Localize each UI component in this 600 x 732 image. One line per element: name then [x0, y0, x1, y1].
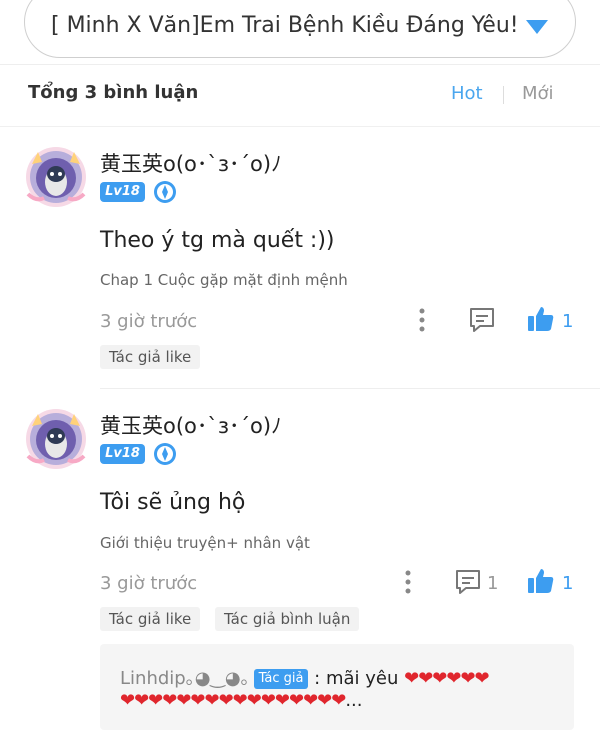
- author-commented-tag: Tác giả bình luận: [215, 607, 360, 631]
- comment-text: Theo ý tg mà quết :)): [100, 228, 335, 253]
- username[interactable]: 黄玉英o(o･`з･´o)ﾉ: [100, 410, 282, 440]
- avatar[interactable]: [22, 406, 90, 470]
- reply-icon[interactable]: [468, 306, 496, 334]
- rank-badge-icon: [154, 181, 176, 203]
- level-badge: Lv18: [100, 182, 145, 202]
- hearts-emoji: ❤❤❤❤❤❤❤❤❤❤❤❤❤❤❤❤: [120, 690, 346, 711]
- reply-ellipsis: ...: [345, 690, 363, 711]
- story-selector[interactable]: [ Minh X Văn]Em Trai Bệnh Kiều Đáng Yêu!: [24, 0, 576, 58]
- chapter-link[interactable]: Giới thiệu truyện+ nhân vật: [100, 534, 310, 552]
- like-count: 1: [562, 573, 574, 594]
- hearts-emoji: ❤❤❤❤❤❤: [404, 668, 489, 689]
- reply-icon[interactable]: [454, 568, 482, 596]
- story-title: [ Minh X Văn]Em Trai Bệnh Kiều Đáng Yêu!: [51, 13, 519, 38]
- reply-preview-line: ❤❤❤❤❤❤❤❤❤❤❤❤❤❤❤❤...: [120, 690, 362, 711]
- author-liked-tag: Tác giả like: [100, 607, 201, 631]
- reply-preview[interactable]: Linhdip｡◕‿◕｡ Tác giả : mãi yêu ❤❤❤❤❤❤ ❤❤❤…: [100, 644, 574, 730]
- reply-text: : mãi yêu: [308, 668, 405, 689]
- author-badge: Tác giả: [253, 669, 309, 689]
- sort-separator: [503, 86, 504, 104]
- reply-count: 1: [487, 573, 499, 594]
- reply-preview-line: Linhdip｡◕‿◕｡ Tác giả : mãi yêu ❤❤❤❤❤❤: [120, 664, 490, 690]
- total-comments-label: Tổng 3 bình luận: [28, 82, 199, 103]
- username[interactable]: 黄玉英o(o･`з･´o)ﾉ: [100, 148, 282, 178]
- more-options-icon[interactable]: [400, 568, 416, 596]
- chapter-link[interactable]: Chap 1 Cuộc gặp mặt định mệnh: [100, 271, 348, 289]
- divider: [0, 126, 600, 127]
- like-count: 1: [562, 311, 574, 332]
- level-badge: Lv18: [100, 444, 145, 464]
- reply-username[interactable]: Linhdip｡◕‿◕｡: [120, 668, 250, 689]
- more-options-icon[interactable]: [414, 306, 430, 334]
- timestamp: 3 giờ trước: [100, 573, 198, 594]
- rank-badge-icon: [154, 443, 176, 465]
- author-liked-tag: Tác giả like: [100, 345, 201, 369]
- dropdown-triangle-icon[interactable]: [525, 19, 549, 35]
- thumbs-up-icon[interactable]: [527, 567, 555, 595]
- comments-header: Tổng 3 bình luận Hot Mới: [0, 80, 600, 110]
- avatar[interactable]: [22, 144, 90, 208]
- sort-new-tab[interactable]: Mới: [522, 83, 554, 104]
- thumbs-up-icon[interactable]: [527, 305, 555, 333]
- comment-text: Tôi sẽ ủng hộ: [100, 490, 246, 515]
- sort-hot-tab[interactable]: Hot: [451, 83, 483, 104]
- timestamp: 3 giờ trước: [100, 311, 198, 332]
- divider: [100, 388, 600, 389]
- divider: [0, 64, 600, 65]
